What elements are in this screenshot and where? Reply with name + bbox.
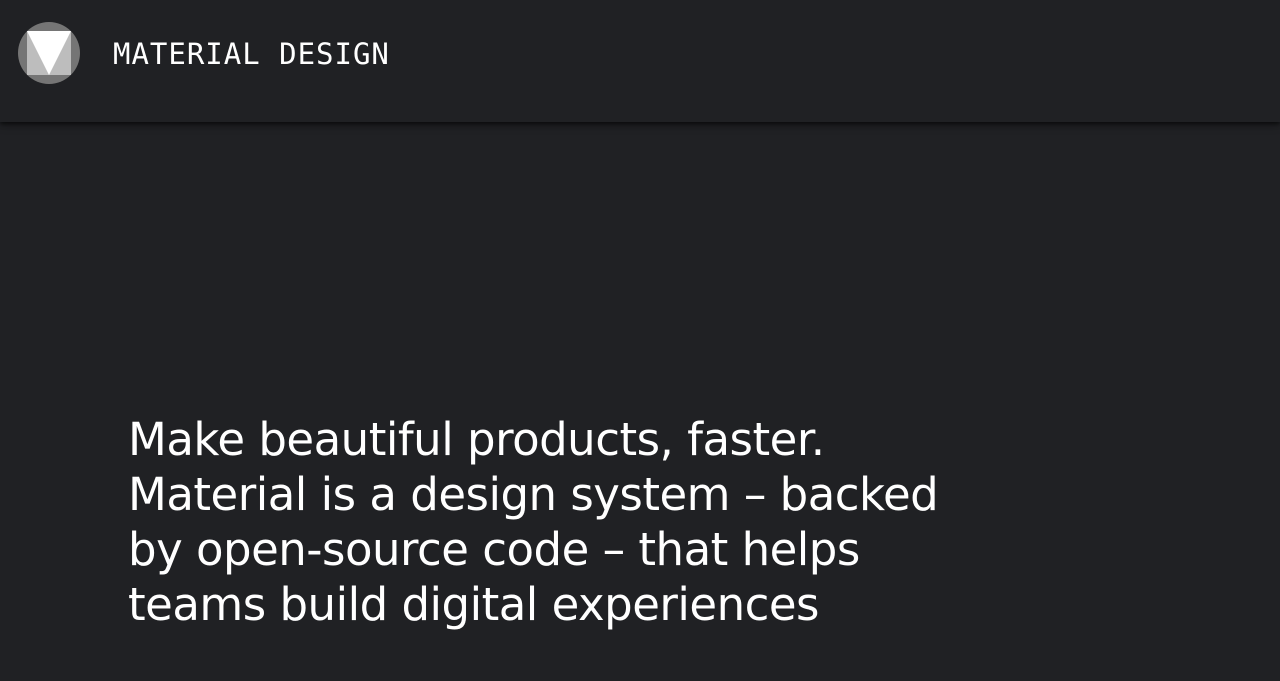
top-app-bar: MATERIAL DESIGN bbox=[0, 0, 1280, 122]
hero-section: Make beautiful products, faster. Materia… bbox=[0, 122, 1280, 681]
brand-title[interactable]: MATERIAL DESIGN bbox=[113, 34, 390, 74]
headline-line: Material is a design system – backed bbox=[128, 468, 939, 521]
headline-line: Make beautiful products, faster. bbox=[128, 413, 825, 466]
logo-graphic bbox=[18, 22, 80, 84]
hero-headline: Make beautiful products, faster. Materia… bbox=[128, 412, 1028, 632]
material-design-logo-icon[interactable] bbox=[18, 22, 80, 84]
headline-line: teams build digital experiences bbox=[128, 578, 819, 631]
headline-line: by open-source code – that helps bbox=[128, 523, 860, 576]
